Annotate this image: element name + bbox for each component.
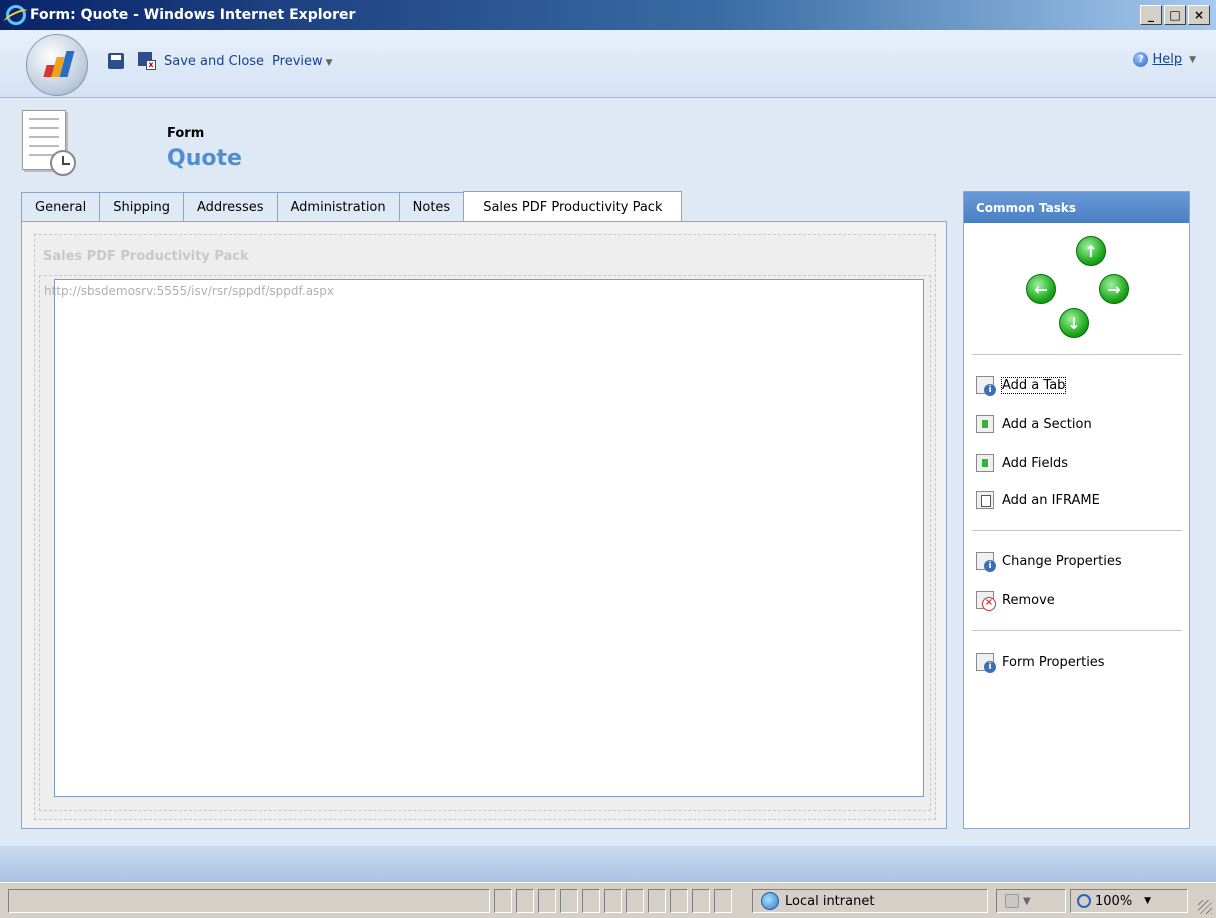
tab-sales-pdf-productivity-pack[interactable]: Sales PDF Productivity Pack bbox=[463, 191, 683, 222]
change-properties-label: Change Properties bbox=[1002, 553, 1122, 569]
status-text-pane bbox=[8, 889, 490, 913]
preview-menu[interactable]: Preview ▼ bbox=[272, 54, 333, 69]
save-and-close-button[interactable]: Save and Close bbox=[164, 54, 264, 69]
status-pane bbox=[604, 889, 622, 913]
add-an-iframe-label: Add an IFRAME bbox=[1002, 492, 1100, 508]
security-zone-label: Local intranet bbox=[785, 893, 875, 909]
window-title: Form: Quote - Windows Internet Explorer bbox=[30, 7, 356, 23]
remove-label: Remove bbox=[1002, 592, 1055, 608]
form-body: Sales PDF Productivity Pack http://sbsde… bbox=[21, 221, 947, 829]
status-pane bbox=[692, 889, 710, 913]
page-subtitle: Form bbox=[167, 126, 205, 141]
minimize-button[interactable]: _ bbox=[1140, 5, 1162, 25]
form-properties-link[interactable]: Form Properties bbox=[976, 651, 1105, 673]
tab-notes[interactable]: Notes bbox=[398, 192, 464, 222]
tab-administration[interactable]: Administration bbox=[276, 192, 399, 222]
add-fields-link[interactable]: Add Fields bbox=[976, 452, 1068, 474]
remove-icon bbox=[976, 591, 996, 611]
preview-label: Preview bbox=[272, 53, 323, 69]
status-pane bbox=[626, 889, 644, 913]
status-pane bbox=[714, 889, 732, 913]
status-pane bbox=[538, 889, 556, 913]
chevron-down-icon: ▼ bbox=[1023, 895, 1031, 907]
toolbar: x Save and Close Preview ▼ ? Help ▼ bbox=[0, 30, 1216, 98]
common-tasks-panel: Common Tasks ↑ ← → ↓ Add a Tab Add a Sec… bbox=[963, 191, 1190, 829]
page-header: Form Quote bbox=[0, 98, 1216, 191]
section-title: Sales PDF Productivity Pack bbox=[43, 249, 249, 264]
status-pane bbox=[494, 889, 512, 913]
arrow-left-icon[interactable]: ← bbox=[1026, 274, 1056, 304]
status-pane bbox=[670, 889, 688, 913]
form-properties-label: Form Properties bbox=[1002, 654, 1105, 670]
close-button[interactable]: × bbox=[1188, 5, 1210, 25]
iframe-field[interactable]: http://sbsdemosrv:5555/isv/rsr/sppdf/spp… bbox=[39, 275, 931, 811]
remove-link[interactable]: Remove bbox=[976, 589, 1055, 611]
arrow-down-icon[interactable]: ↓ bbox=[1059, 308, 1089, 338]
common-tasks-title: Common Tasks bbox=[964, 192, 1189, 223]
add-tab-icon bbox=[976, 376, 996, 396]
add-iframe-icon bbox=[976, 491, 994, 509]
status-pane bbox=[582, 889, 600, 913]
maximize-button[interactable]: □ bbox=[1164, 5, 1186, 25]
security-zone[interactable]: Local intranet bbox=[752, 889, 988, 913]
status-pane bbox=[648, 889, 666, 913]
local-intranet-icon bbox=[761, 892, 779, 910]
zoom-icon bbox=[1077, 894, 1091, 908]
change-properties-link[interactable]: Change Properties bbox=[976, 550, 1122, 572]
form-properties-icon bbox=[976, 653, 996, 673]
add-fields-icon bbox=[976, 454, 994, 472]
protected-mode-icon bbox=[1005, 894, 1019, 908]
window-controls: _ □ × bbox=[1140, 5, 1210, 25]
page-title: Quote bbox=[167, 146, 242, 171]
tab-shipping[interactable]: Shipping bbox=[99, 192, 183, 222]
toolbar-actions: x Save and Close Preview ▼ bbox=[108, 52, 333, 70]
add-section-icon bbox=[976, 415, 994, 433]
divider bbox=[972, 354, 1182, 355]
help-icon: ? bbox=[1133, 52, 1149, 67]
browser-statusbar: Local intranet ▼ 100% ▼ bbox=[0, 882, 1216, 918]
add-a-section-label: Add a Section bbox=[1002, 416, 1092, 432]
add-fields-label: Add Fields bbox=[1002, 455, 1069, 471]
status-pane bbox=[516, 889, 534, 913]
protected-mode-button[interactable]: ▼ bbox=[996, 889, 1066, 913]
iframe-url: http://sbsdemosrv:5555/isv/rsr/sppdf/spp… bbox=[44, 284, 335, 298]
resize-grip[interactable] bbox=[1198, 900, 1212, 914]
status-pane bbox=[560, 889, 578, 913]
add-a-section-link[interactable]: Add a Section bbox=[976, 413, 1092, 435]
save-icon[interactable] bbox=[108, 53, 124, 69]
tab-addresses[interactable]: Addresses bbox=[182, 192, 277, 222]
zoom-level: 100% bbox=[1095, 893, 1133, 909]
zoom-button[interactable]: 100% ▼ bbox=[1070, 889, 1188, 913]
help-menu[interactable]: ? Help ▼ bbox=[1133, 52, 1196, 67]
chevron-down-icon: ▼ bbox=[1144, 896, 1152, 906]
form-section[interactable]: Sales PDF Productivity Pack http://sbsde… bbox=[34, 234, 936, 820]
change-properties-icon bbox=[976, 552, 996, 572]
tab-general[interactable]: General bbox=[21, 192, 100, 222]
crm-logo-icon[interactable] bbox=[26, 34, 88, 96]
chevron-down-icon: ▼ bbox=[325, 57, 333, 68]
ie-logo-icon bbox=[6, 5, 26, 25]
add-a-tab-label: Add a Tab bbox=[1000, 376, 1067, 394]
add-a-tab-link[interactable]: Add a Tab bbox=[976, 374, 1067, 396]
form-footer-bar bbox=[0, 846, 1216, 882]
divider bbox=[972, 630, 1182, 631]
arrow-right-icon[interactable]: → bbox=[1099, 274, 1129, 304]
form-document-icon bbox=[22, 110, 80, 180]
chevron-down-icon: ▼ bbox=[1189, 54, 1196, 65]
save-and-close-icon[interactable]: x bbox=[138, 52, 156, 70]
form-tabs: General Shipping Addresses Administratio… bbox=[21, 191, 683, 222]
help-label: Help bbox=[1152, 52, 1183, 67]
iframe-preview[interactable]: http://sbsdemosrv:5555/isv/rsr/sppdf/spp… bbox=[44, 279, 924, 797]
arrow-up-icon[interactable]: ↑ bbox=[1076, 236, 1106, 266]
divider bbox=[972, 530, 1182, 531]
window-titlebar: Form: Quote - Windows Internet Explorer … bbox=[0, 0, 1216, 30]
add-an-iframe-link[interactable]: Add an IFRAME bbox=[976, 489, 1100, 511]
